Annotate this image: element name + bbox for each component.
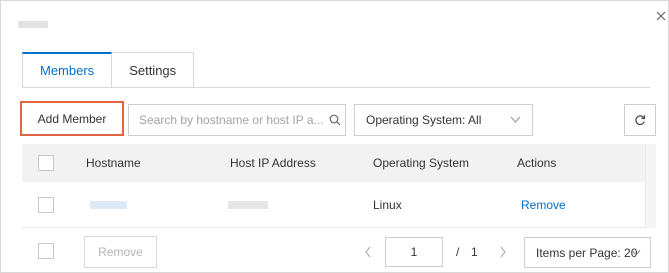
refresh-icon — [635, 115, 646, 126]
table-scrollbar[interactable] — [645, 144, 656, 228]
chevron-down-icon — [631, 250, 641, 256]
page-number-input[interactable] — [385, 237, 443, 267]
table-row: Linux Remove — [22, 182, 645, 228]
tab-bar: Members Settings — [22, 52, 195, 88]
refresh-button[interactable] — [624, 104, 656, 136]
tabs-divider — [22, 87, 650, 88]
members-dialog: Members Settings Add Member Operating Sy… — [0, 0, 669, 273]
host-ip-cell — [228, 182, 268, 227]
page-total: 1 — [471, 245, 478, 259]
tab-members[interactable]: Members — [22, 52, 113, 88]
close-icon[interactable] — [654, 9, 668, 23]
remove-member-link[interactable]: Remove — [521, 182, 566, 227]
chevron-left-icon[interactable] — [364, 246, 372, 258]
search-box — [128, 104, 346, 136]
chevron-right-icon[interactable] — [499, 246, 507, 258]
os-filter-label: Operating System: All — [366, 113, 482, 127]
operating-system-cell: Linux — [373, 197, 402, 212]
dialog-title — [18, 21, 48, 28]
table-header: Hostname Host IP Address Operating Syste… — [22, 144, 645, 182]
select-all-checkbox[interactable] — [38, 155, 54, 171]
items-per-page-select[interactable]: Items per Page: 20 — [524, 237, 651, 268]
column-header-actions: Actions — [517, 156, 557, 170]
column-header-operating-system: Operating System — [373, 156, 470, 170]
chevron-down-icon — [510, 116, 521, 123]
add-member-button[interactable]: Add Member — [20, 101, 124, 136]
column-header-host-ip: Host IP Address — [230, 156, 316, 170]
row-checkbox[interactable] — [38, 197, 54, 213]
os-filter-select[interactable]: Operating System: All — [354, 104, 533, 136]
column-header-hostname: Hostname — [86, 156, 141, 170]
hostname-cell[interactable] — [90, 182, 127, 227]
host-ip-value — [228, 200, 268, 209]
hostname-link[interactable] — [90, 200, 127, 209]
search-input[interactable] — [129, 105, 325, 135]
page-separator: / — [456, 245, 460, 259]
remove-button[interactable]: Remove — [84, 236, 157, 268]
tab-settings[interactable]: Settings — [112, 52, 195, 88]
search-icon[interactable] — [329, 114, 341, 126]
footer-select-all-checkbox[interactable] — [38, 243, 54, 259]
items-per-page-label: Items per Page: 20 — [536, 245, 638, 260]
